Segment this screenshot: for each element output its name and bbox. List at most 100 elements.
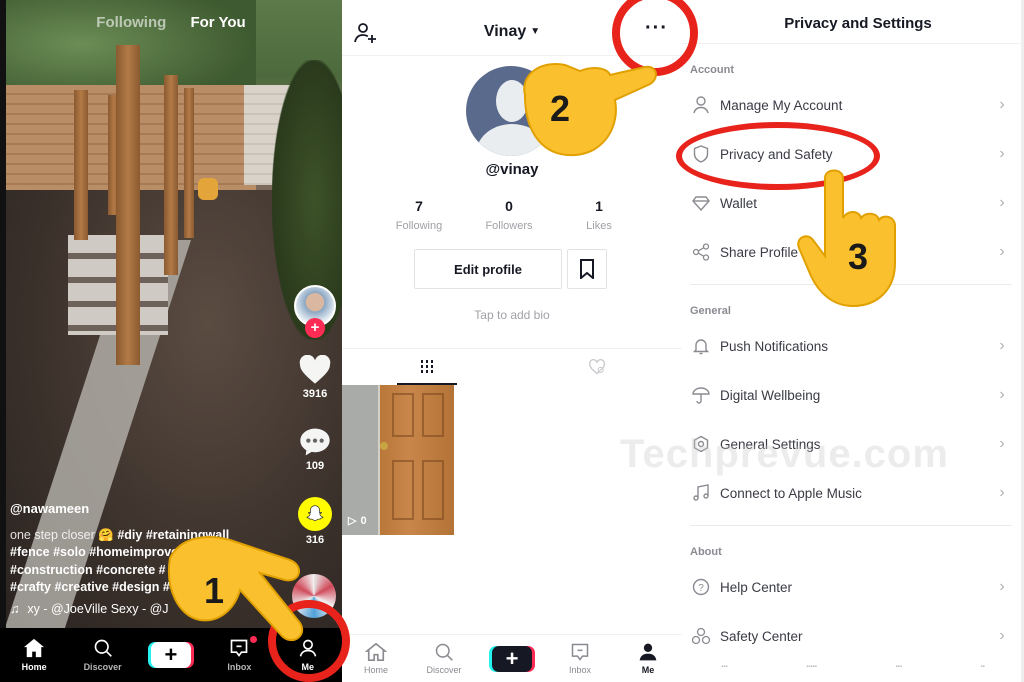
chevron-right-icon: ›: [999, 484, 1005, 501]
favorites-button[interactable]: [567, 249, 607, 289]
door-panel: [392, 393, 414, 437]
chevron-right-icon: ›: [999, 145, 1005, 162]
settings-item-manage-account[interactable]: Manage My Account ›: [690, 85, 1012, 125]
comment-count: 109: [305, 460, 325, 472]
video-thumbnail[interactable]: ▷ 0: [342, 385, 454, 535]
bookmark-icon: [580, 259, 594, 279]
diamond-icon: [690, 192, 712, 214]
video-view-count: ▷ 0: [348, 514, 367, 528]
add-bio-link[interactable]: Tap to add bio: [342, 308, 682, 322]
section-general-title: General: [690, 305, 731, 317]
play-icon: ▷: [348, 515, 357, 527]
pointing-hand-icon-step-2: [523, 63, 657, 157]
home-icon: [364, 642, 388, 661]
ghost-tab-bar: ▪▪▪ ▪▪▪▪▪ ▪▪▪ ▪▪: [682, 664, 1024, 682]
tab-discover[interactable]: Discover: [414, 642, 474, 675]
stat-likes[interactable]: 1 Likes: [564, 198, 634, 232]
chevron-down-icon: ▼: [530, 26, 541, 37]
tab-following[interactable]: Following: [96, 14, 166, 31]
search-icon: [435, 643, 453, 661]
ghost-tab: ▪▪▪: [895, 664, 902, 670]
heart-icon: [299, 355, 331, 384]
video-scene-compressor: [198, 178, 218, 200]
like-button[interactable]: 3916: [292, 355, 338, 400]
section-divider: [690, 525, 1012, 526]
chevron-right-icon: ›: [999, 243, 1005, 260]
settings-item-digital-wellbeing[interactable]: Digital Wellbeing ›: [690, 375, 1012, 415]
music-note-icon: [690, 482, 712, 504]
home-icon: [24, 638, 45, 658]
profile-content-tabs: [342, 348, 682, 385]
chevron-right-icon: ›: [999, 578, 1005, 595]
tab-home[interactable]: Home: [4, 638, 64, 672]
share-icon: [690, 241, 712, 263]
video-scene-post: [164, 75, 178, 275]
chevron-right-icon: ›: [999, 194, 1005, 211]
edit-profile-button[interactable]: Edit profile: [414, 249, 562, 289]
page-title: Privacy and Settings: [784, 15, 932, 32]
video-author[interactable]: @nawameen: [10, 500, 280, 518]
music-note-icon: ♫: [10, 601, 20, 616]
tab-discover[interactable]: Discover: [73, 638, 133, 672]
emoji: 🤗: [98, 527, 114, 542]
settings-item-apple-music[interactable]: Connect to Apple Music ›: [690, 473, 1012, 513]
ghost-tab: ▪▪▪: [721, 664, 728, 670]
chevron-right-icon: ›: [999, 435, 1005, 452]
door-panel: [392, 460, 414, 520]
tab-me[interactable]: Me: [618, 642, 678, 675]
door-panel: [422, 460, 444, 520]
umbrella-icon: [690, 384, 712, 406]
tutorial-collage: Following For You + 3916 109 316 @nawame…: [0, 0, 1024, 682]
comment-icon: [300, 428, 330, 456]
step-number-2: 2: [550, 88, 571, 129]
ghost-tab: ▪▪: [980, 664, 985, 670]
gear-icon: [690, 433, 712, 455]
search-icon: [94, 639, 112, 657]
grid-icon: [421, 359, 433, 373]
profile-icon: [639, 643, 657, 661]
chevron-right-icon: ›: [999, 337, 1005, 354]
safety-center-icon: [690, 625, 712, 647]
help-icon: ?: [690, 576, 712, 598]
tab-for-you[interactable]: For You: [190, 14, 245, 31]
step-number-3: 3: [848, 236, 869, 277]
settings-item-general-settings[interactable]: General Settings ›: [690, 424, 1012, 464]
settings-item-safety-center[interactable]: Safety Center ›: [690, 616, 1012, 656]
bottom-tab-bar-light: Home Discover + Inbox Me: [342, 634, 682, 682]
feed-top-tabs: Following For You: [0, 14, 342, 31]
settings-item-help-center[interactable]: ? Help Center ›: [690, 567, 1012, 607]
snapchat-icon: [298, 497, 332, 531]
hidden-heart-icon: [589, 358, 605, 374]
chevron-right-icon: ›: [999, 96, 1005, 113]
tab-create[interactable]: +: [482, 645, 542, 672]
stat-following[interactable]: 7 Following: [384, 198, 454, 232]
door-panel: [422, 393, 444, 437]
bell-icon: [690, 335, 712, 357]
profile-stats: 7 Following 0 Followers 1 Likes: [384, 198, 634, 232]
tab-videos[interactable]: [342, 349, 512, 385]
settings-item-push-notifications[interactable]: Push Notifications ›: [690, 326, 1012, 366]
door-knob: [380, 442, 388, 450]
privacy-settings-screen: ‹ Privacy and Settings Account Manage My…: [682, 0, 1024, 682]
pointing-hand-icon-step-1: [168, 536, 303, 642]
ghost-tab: ▪▪▪▪▪: [806, 664, 817, 670]
user-icon: [690, 94, 712, 116]
tab-home[interactable]: Home: [346, 642, 406, 675]
music-title: xy - @JoeVille Sexy - @J: [27, 601, 169, 616]
section-account-title: Account: [690, 64, 734, 76]
svg-text:?: ?: [698, 583, 704, 594]
stat-followers[interactable]: 0 Followers: [474, 198, 544, 232]
video-scene-post: [184, 88, 194, 238]
tab-liked-videos[interactable]: [512, 349, 682, 384]
like-count: 3916: [302, 388, 328, 400]
chevron-right-icon: ›: [999, 627, 1005, 644]
chevron-right-icon: ›: [999, 386, 1005, 403]
step-number-1: 1: [204, 570, 225, 611]
comment-button[interactable]: 109: [292, 427, 338, 472]
tab-inbox[interactable]: Inbox: [550, 642, 610, 675]
settings-header: ‹ Privacy and Settings: [682, 0, 1024, 44]
section-about-title: About: [690, 546, 722, 558]
video-scene-post: [116, 45, 140, 365]
video-scene-post: [74, 90, 88, 240]
follow-plus-button[interactable]: +: [305, 318, 325, 338]
